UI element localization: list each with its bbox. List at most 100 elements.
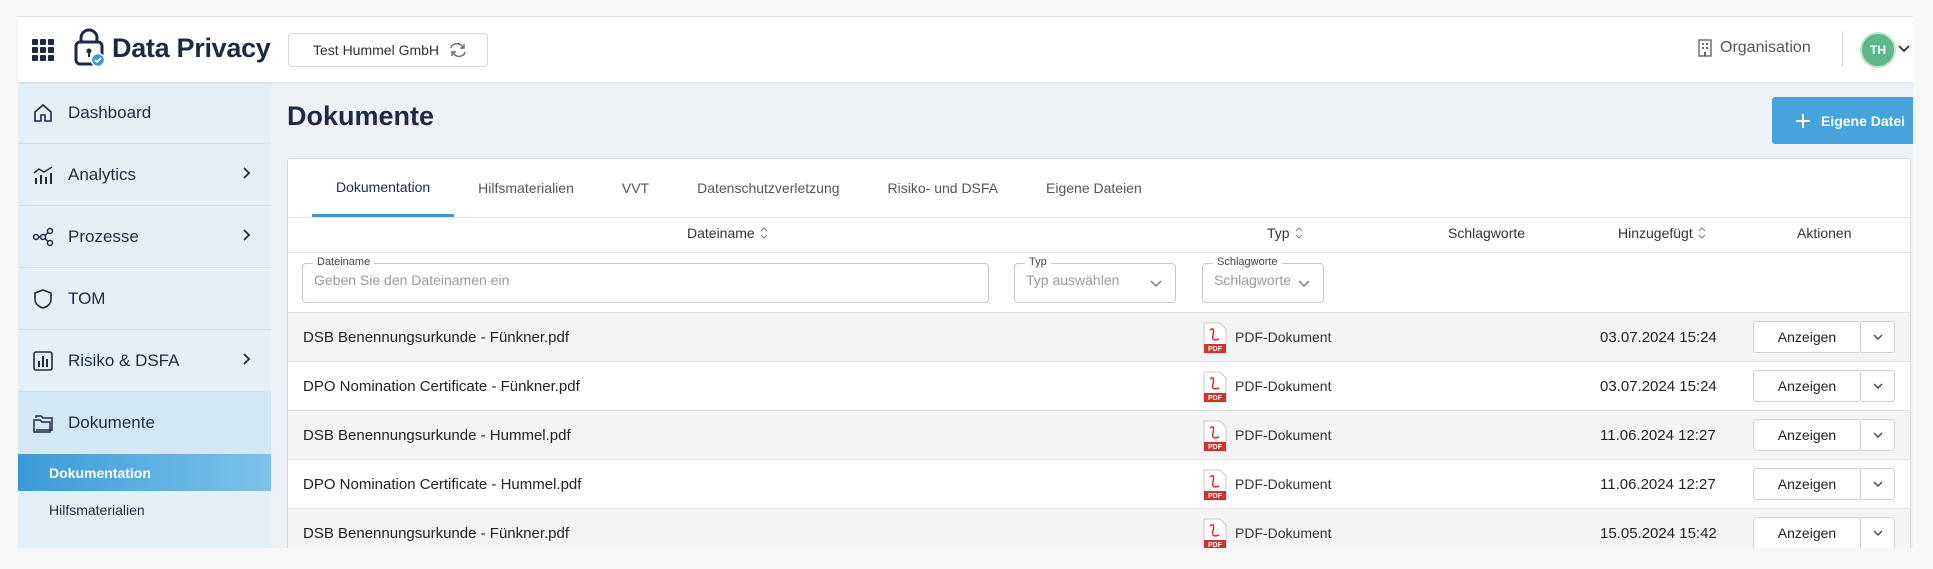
chevron-right-icon <box>243 167 251 179</box>
file-type: PDF-Dokument <box>1235 378 1332 394</box>
sidebar-item-dashboard[interactable]: Dashboard <box>18 82 271 144</box>
table-row[interactable]: DPO Nomination Certificate - Fünkner.pdf… <box>288 362 1910 411</box>
tabs-divider <box>288 217 1910 218</box>
svg-text:PDF: PDF <box>1208 346 1223 353</box>
organisation-link-label: Organisation <box>1720 39 1811 56</box>
table-row[interactable]: DSB Benennungsurkunde - Fünkner.pdf PDF … <box>288 313 1910 362</box>
svg-text:PDF: PDF <box>1208 395 1223 402</box>
top-header: Data Privacy Test Hummel GmbH Organisati… <box>18 17 1913 82</box>
pdf-file-icon: PDF <box>1203 371 1227 403</box>
svg-text:PDF: PDF <box>1208 493 1223 500</box>
file-name: DSB Benennungsurkunde - Hummel.pdf <box>303 427 571 444</box>
sort-icon <box>760 227 768 239</box>
tab-risiko-dsfa[interactable]: Risiko- und DSFA <box>864 159 1022 217</box>
file-name: DSB Benennungsurkunde - Fünkner.pdf <box>303 525 570 542</box>
main-content: Dokumente Eigene Datei Dokumentation Hil… <box>271 82 1913 548</box>
home-icon <box>34 103 52 122</box>
tab-hilfsmaterialien[interactable]: Hilfsmaterialien <box>454 159 598 217</box>
tab-datenschutzverletzung[interactable]: Datenschutzverletzung <box>673 159 863 217</box>
tab-dokumentation[interactable]: Dokumentation <box>312 159 455 217</box>
building-icon <box>1698 39 1712 57</box>
app-window: Data Privacy Test Hummel GmbH Organisati… <box>18 16 1913 548</box>
plus-icon <box>1795 113 1810 128</box>
column-header-actions: Aktionen <box>1797 225 1851 241</box>
actions-dropdown-button[interactable] <box>1861 321 1895 353</box>
file-type: PDF-Dokument <box>1235 525 1332 541</box>
type-filter-label: Typ <box>1025 256 1051 268</box>
documents-card: Dokumentation Hilfsmaterialien VVT Daten… <box>287 158 1911 548</box>
column-header-label: Hinzugefügt <box>1618 225 1693 241</box>
column-header-type[interactable]: Typ <box>1267 225 1304 241</box>
sidebar-item-dokumente[interactable]: Dokumente <box>18 392 271 454</box>
sidebar-subitem-dokumentation[interactable]: Dokumentation <box>18 454 271 491</box>
app-title: Data Privacy <box>112 33 271 63</box>
view-button[interactable]: Anzeigen <box>1753 321 1861 353</box>
svg-text:PDF: PDF <box>1208 444 1223 451</box>
chevron-down-icon <box>1873 432 1882 438</box>
column-header-added[interactable]: Hinzugefügt <box>1618 225 1707 241</box>
sidebar-item-label: Dashboard <box>68 102 152 122</box>
chevron-down-icon[interactable] <box>1898 43 1910 53</box>
file-date: 03.07.2024 15:24 <box>1600 329 1717 346</box>
sidebar-item-tom[interactable]: TOM <box>18 268 271 330</box>
actions-dropdown-button[interactable] <box>1861 419 1895 451</box>
file-name: DSB Benennungsurkunde - Fünkner.pdf <box>303 329 570 346</box>
add-own-file-button[interactable]: Eigene Datei <box>1772 97 1913 144</box>
type-filter[interactable]: Typ <box>1014 256 1176 303</box>
sidebar-item-prozesse[interactable]: Prozesse <box>18 206 271 268</box>
shield-icon <box>34 288 52 309</box>
filename-filter-label: Dateiname <box>313 256 375 268</box>
analytics-icon <box>33 165 53 184</box>
view-button[interactable]: Anzeigen <box>1753 468 1861 500</box>
type-filter-input[interactable] <box>1026 272 1136 288</box>
sort-icon <box>1295 227 1303 239</box>
sidebar-item-label: TOM <box>68 288 106 308</box>
chevron-down-icon <box>1150 280 1162 287</box>
actions-dropdown-button[interactable] <box>1861 370 1895 402</box>
app-grid-icon[interactable] <box>32 39 54 61</box>
tags-filter-input[interactable] <box>1214 272 1294 288</box>
sort-icon <box>1698 227 1706 239</box>
tab-vvt[interactable]: VVT <box>598 159 673 217</box>
bar-chart-icon <box>33 350 53 371</box>
view-button[interactable]: Anzeigen <box>1753 517 1861 548</box>
sidebar-item-risiko-dsfa[interactable]: Risiko & DSFA <box>18 330 271 392</box>
sidebar-item-label: Risiko & DSFA <box>68 350 180 370</box>
view-button[interactable]: Anzeigen <box>1753 419 1861 451</box>
page-title: Dokumente <box>287 101 435 131</box>
table-row[interactable]: DSB Benennungsurkunde - Fünkner.pdf PDF … <box>288 509 1910 548</box>
file-date: 11.06.2024 12:27 <box>1600 427 1716 444</box>
chevron-right-icon <box>243 353 251 365</box>
sidebar-item-analytics[interactable]: Analytics <box>18 144 271 206</box>
lock-logo-icon <box>74 28 106 67</box>
filename-filter-input[interactable] <box>314 272 931 288</box>
table-row[interactable]: DPO Nomination Certificate - Hummel.pdf … <box>288 460 1910 509</box>
chevron-down-icon <box>1298 280 1310 287</box>
actions-dropdown-button[interactable] <box>1861 517 1895 548</box>
file-name: DPO Nomination Certificate - Hummel.pdf <box>303 476 582 493</box>
file-date: 15.05.2024 15:42 <box>1600 525 1717 542</box>
filename-filter[interactable]: Dateiname <box>302 256 989 303</box>
sidebar-subitem-hilfsmaterialien[interactable]: Hilfsmaterialien <box>18 491 271 528</box>
view-button[interactable]: Anzeigen <box>1753 370 1861 402</box>
organisation-link[interactable]: Organisation <box>1698 39 1811 57</box>
user-avatar[interactable]: TH <box>1860 32 1896 68</box>
file-type: PDF-Dokument <box>1235 329 1332 345</box>
chevron-right-icon <box>243 229 251 241</box>
actions-dropdown-button[interactable] <box>1861 468 1895 500</box>
pdf-file-icon: PDF <box>1203 518 1227 548</box>
file-type: PDF-Dokument <box>1235 427 1332 443</box>
sidebar-item-label: Prozesse <box>68 226 139 246</box>
tab-eigene-dateien[interactable]: Eigene Dateien <box>1022 159 1166 217</box>
column-header-label: Dateiname <box>687 225 755 241</box>
column-header-label: Aktionen <box>1797 225 1852 241</box>
process-icon <box>32 227 54 246</box>
tags-filter[interactable]: Schlagworte <box>1202 256 1324 303</box>
folder-icon <box>33 415 53 433</box>
chevron-down-icon <box>1873 383 1882 389</box>
file-date: 11.06.2024 12:27 <box>1600 476 1716 493</box>
organization-switcher[interactable]: Test Hummel GmbH <box>288 33 488 67</box>
column-header-name[interactable]: Dateiname <box>687 225 769 241</box>
chevron-down-icon <box>1873 530 1882 536</box>
table-row[interactable]: DSB Benennungsurkunde - Hummel.pdf PDF P… <box>288 411 1910 460</box>
